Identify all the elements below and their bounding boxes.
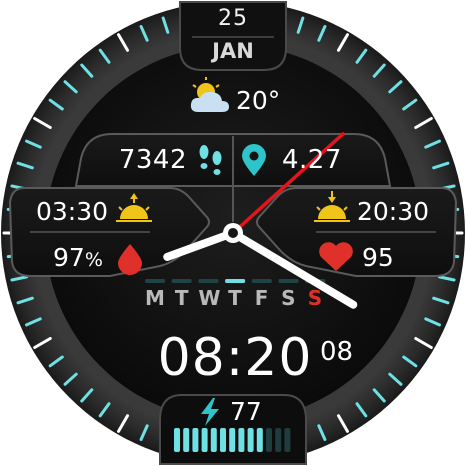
battery-bar	[284, 428, 291, 452]
sunset-time[interactable]: 20:30	[357, 199, 429, 224]
weekday-label: M	[145, 286, 165, 310]
weekday-label: S	[281, 286, 296, 310]
temperature[interactable]: 20°	[236, 88, 280, 113]
battery-bar	[247, 428, 254, 452]
battery-bar	[238, 428, 245, 452]
distance-value[interactable]: 4.27	[282, 147, 342, 173]
battery-level[interactable]: 77	[230, 399, 262, 424]
battery-bar	[220, 428, 226, 452]
humidity-number: 97	[53, 243, 85, 272]
battery-bar	[275, 428, 282, 452]
day-marker	[171, 279, 192, 283]
heart-rate[interactable]: 95	[362, 245, 394, 270]
weekday-label: T	[228, 286, 242, 310]
digital-time: 08:20	[157, 328, 313, 388]
weekday-label: T	[174, 286, 189, 310]
battery-bar	[210, 428, 217, 452]
sunrise-time[interactable]: 03:30	[36, 199, 108, 224]
battery-bar	[256, 428, 263, 452]
battery-bar	[201, 428, 208, 452]
date-month: JAN	[212, 39, 254, 63]
steps-count[interactable]: 7342	[113, 147, 187, 173]
weekday-label: F	[254, 286, 269, 310]
battery-bar	[192, 428, 199, 452]
weekday-label: W	[198, 286, 221, 310]
day-marker	[145, 279, 165, 283]
week-indicator	[145, 279, 326, 283]
current-day-marker	[225, 279, 246, 283]
battery-bar	[266, 428, 272, 452]
day-marker	[251, 279, 272, 283]
humidity-unit: %	[84, 249, 103, 271]
battery-bar	[229, 428, 236, 452]
battery-bar	[183, 428, 190, 452]
battery-bar	[174, 428, 180, 452]
humidity-value[interactable]: 97%	[53, 245, 103, 270]
day-marker	[198, 279, 219, 283]
date-day: 25	[218, 6, 248, 31]
digital-seconds: 08	[320, 337, 354, 367]
weekday-label: S	[307, 286, 323, 310]
weekday-labels: MTWTFSS	[145, 288, 325, 308]
day-marker	[278, 279, 299, 283]
